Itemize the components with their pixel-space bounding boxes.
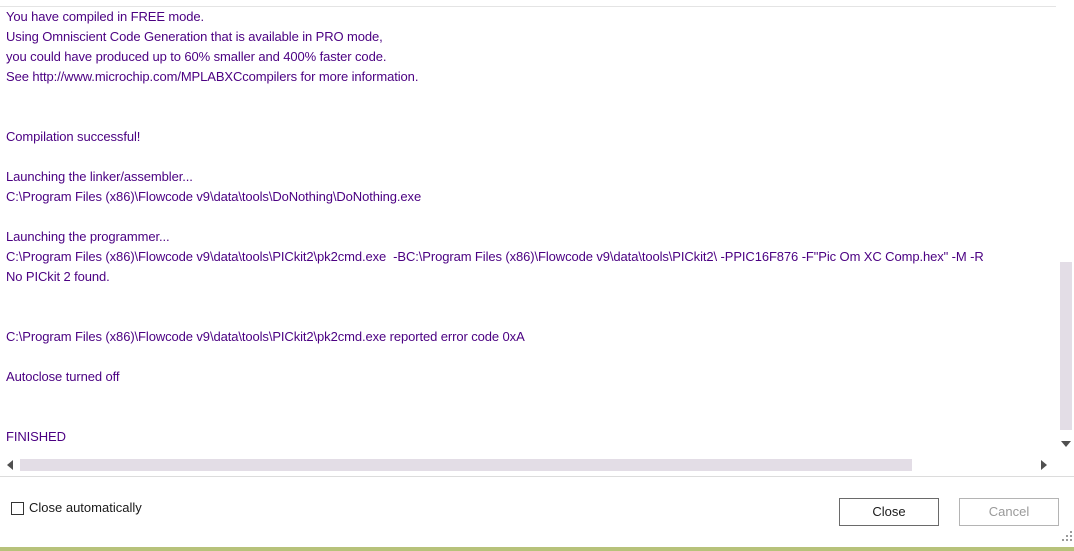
log-line: you could have produced up to 60% smalle… <box>6 49 387 64</box>
log-line: Launching the programmer... <box>6 229 170 244</box>
log-line: Autoclose turned off <box>6 369 120 384</box>
log-line: Using Omniscient Code Generation that is… <box>6 29 383 44</box>
log-line: C:\Program Files (x86)\Flowcode v9\data\… <box>6 249 984 264</box>
log-line: Launching the linker/assembler... <box>6 169 193 184</box>
log-line: Compilation successful! <box>6 129 141 144</box>
close-automatically-option[interactable]: Close automatically <box>11 500 142 516</box>
output-log[interactable]: You have compiled in FREE mode. Using Omn… <box>0 7 1058 457</box>
taskbar-strip <box>0 547 1074 551</box>
log-line: You have compiled in FREE mode. <box>6 9 205 24</box>
compiler-output-dialog: You have compiled in FREE mode. Using Omn… <box>0 0 1074 551</box>
close-automatically-label: Close automatically <box>29 500 142 515</box>
triangle-down-icon[interactable] <box>1061 441 1071 447</box>
log-line: C:\Program Files (x86)\Flowcode v9\data\… <box>6 329 525 344</box>
horizontal-scrollbar-thumb[interactable] <box>20 459 912 471</box>
log-line: C:\Program Files (x86)\Flowcode v9\data\… <box>6 189 422 204</box>
horizontal-scrollbar[interactable] <box>0 457 1058 473</box>
cancel-button[interactable]: Cancel <box>959 498 1059 526</box>
log-line: FINISHED <box>6 429 66 444</box>
triangle-left-icon[interactable] <box>7 460 13 470</box>
log-line: No PICkit 2 found. <box>6 269 110 284</box>
close-button[interactable]: Close <box>839 498 939 526</box>
triangle-right-icon[interactable] <box>1041 460 1047 470</box>
vertical-scrollbar-thumb[interactable] <box>1060 262 1072 430</box>
close-automatically-checkbox[interactable] <box>11 501 24 515</box>
dialog-footer: Close automatically Close Cancel <box>0 477 1074 547</box>
log-line: See http://www.microchip.com/MPLABXCcomp… <box>6 69 419 84</box>
vertical-scrollbar[interactable] <box>1058 0 1074 457</box>
resize-grip-icon[interactable] <box>1062 531 1072 541</box>
